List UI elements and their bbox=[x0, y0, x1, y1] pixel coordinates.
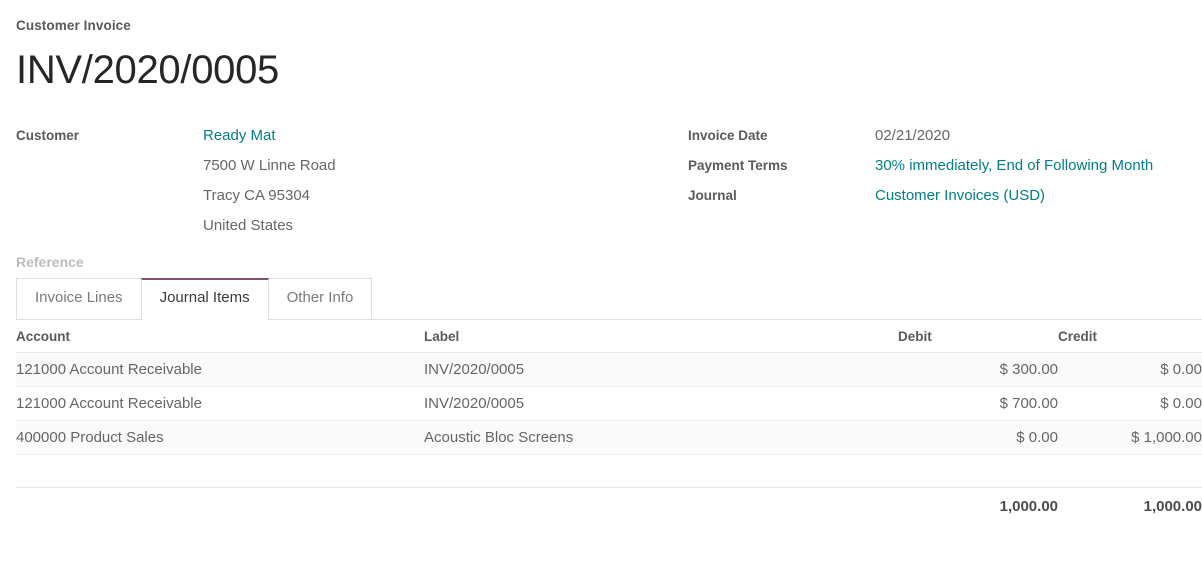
table-row[interactable]: 400000 Product Sales Acoustic Bloc Scree… bbox=[16, 420, 1202, 455]
field-invoice-date-value[interactable]: 02/21/2020 bbox=[875, 121, 1202, 151]
field-journal: Journal Customer Invoices (USD) bbox=[688, 181, 1202, 211]
field-customer-value[interactable]: Ready Mat bbox=[203, 121, 656, 151]
fields-column-right: Invoice Date 02/21/2020 Payment Terms 30… bbox=[688, 121, 1202, 211]
cell-spacer bbox=[16, 454, 424, 488]
address-line-street: 7500 W Linne Road bbox=[203, 156, 336, 174]
cell-credit: $ 0.00 bbox=[1058, 352, 1202, 387]
column-header-debit[interactable]: Debit bbox=[898, 319, 1058, 353]
field-journal-value[interactable]: Customer Invoices (USD) bbox=[875, 181, 1202, 211]
cell-label: INV/2020/0005 bbox=[424, 386, 898, 421]
table-empty-row bbox=[16, 454, 1202, 488]
totals-cell-debit: 1,000.00 bbox=[898, 487, 1058, 523]
document-kind-label: Customer Invoice bbox=[16, 18, 131, 33]
invoice-fields-area: Customer Ready Mat 7500 W Linne Road Tra… bbox=[16, 121, 1186, 270]
totals-cell-credit: 1,000.00 bbox=[1058, 487, 1202, 523]
column-header-credit[interactable]: Credit bbox=[1058, 319, 1202, 353]
cell-spacer bbox=[424, 454, 898, 488]
field-journal-label: Journal bbox=[688, 187, 737, 203]
field-invoice-date: Invoice Date 02/21/2020 bbox=[688, 121, 1202, 151]
table-row[interactable]: 121000 Account Receivable INV/2020/0005 … bbox=[16, 352, 1202, 387]
journal-items-table: Account Label Debit Credit 121000 Accoun… bbox=[16, 319, 1202, 523]
table-totals-row: 1,000.00 1,000.00 bbox=[16, 487, 1202, 523]
field-customer: Customer Ready Mat bbox=[16, 121, 656, 151]
totals-cell-account bbox=[16, 487, 424, 523]
column-header-account[interactable]: Account bbox=[16, 319, 424, 353]
cell-account: 121000 Account Receivable bbox=[16, 352, 424, 387]
cell-spacer bbox=[898, 454, 1058, 488]
tab-invoice-lines[interactable]: Invoice Lines bbox=[16, 277, 142, 319]
cell-debit: $ 700.00 bbox=[898, 386, 1058, 421]
cell-debit: $ 0.00 bbox=[898, 420, 1058, 455]
cell-account: 121000 Account Receivable bbox=[16, 386, 424, 421]
address-line-city: Tracy CA 95304 bbox=[203, 186, 310, 204]
cell-label: Acoustic Bloc Screens bbox=[424, 420, 898, 455]
cell-spacer bbox=[1058, 454, 1202, 488]
field-invoice-date-label: Invoice Date bbox=[688, 127, 768, 143]
field-customer-label: Customer bbox=[16, 127, 80, 143]
cell-debit: $ 300.00 bbox=[898, 352, 1058, 387]
customer-address-block: 7500 W Linne Road Tracy CA 95304 United … bbox=[16, 151, 656, 241]
cell-credit: $ 1,000.00 bbox=[1058, 420, 1202, 455]
cell-credit: $ 0.00 bbox=[1058, 386, 1202, 421]
tab-journal-items[interactable]: Journal Items bbox=[140, 277, 269, 320]
invoice-form-sheet: Customer Invoice INV/2020/0005 Customer … bbox=[0, 0, 1202, 573]
cell-account: 400000 Product Sales bbox=[16, 420, 424, 455]
tab-other-info[interactable]: Other Info bbox=[267, 277, 373, 319]
totals-cell-label bbox=[424, 487, 898, 523]
fields-column-left: Customer Ready Mat 7500 W Linne Road Tra… bbox=[16, 121, 656, 277]
field-payment-terms: Payment Terms 30% immediately, End of Fo… bbox=[688, 151, 1202, 181]
field-reference-label[interactable]: Reference bbox=[16, 247, 656, 277]
address-line-country: United States bbox=[203, 216, 294, 234]
cell-label: INV/2020/0005 bbox=[424, 352, 898, 387]
table-header-row: Account Label Debit Credit bbox=[16, 319, 1202, 353]
table-row[interactable]: 121000 Account Receivable INV/2020/0005 … bbox=[16, 386, 1202, 421]
field-payment-terms-value[interactable]: 30% immediately, End of Following Month bbox=[875, 151, 1202, 181]
field-payment-terms-label: Payment Terms bbox=[688, 157, 788, 173]
page-title: INV/2020/0005 bbox=[16, 48, 279, 93]
column-header-label[interactable]: Label bbox=[424, 319, 898, 353]
tab-bar: Invoice Lines Journal Items Other Info bbox=[16, 277, 1202, 320]
